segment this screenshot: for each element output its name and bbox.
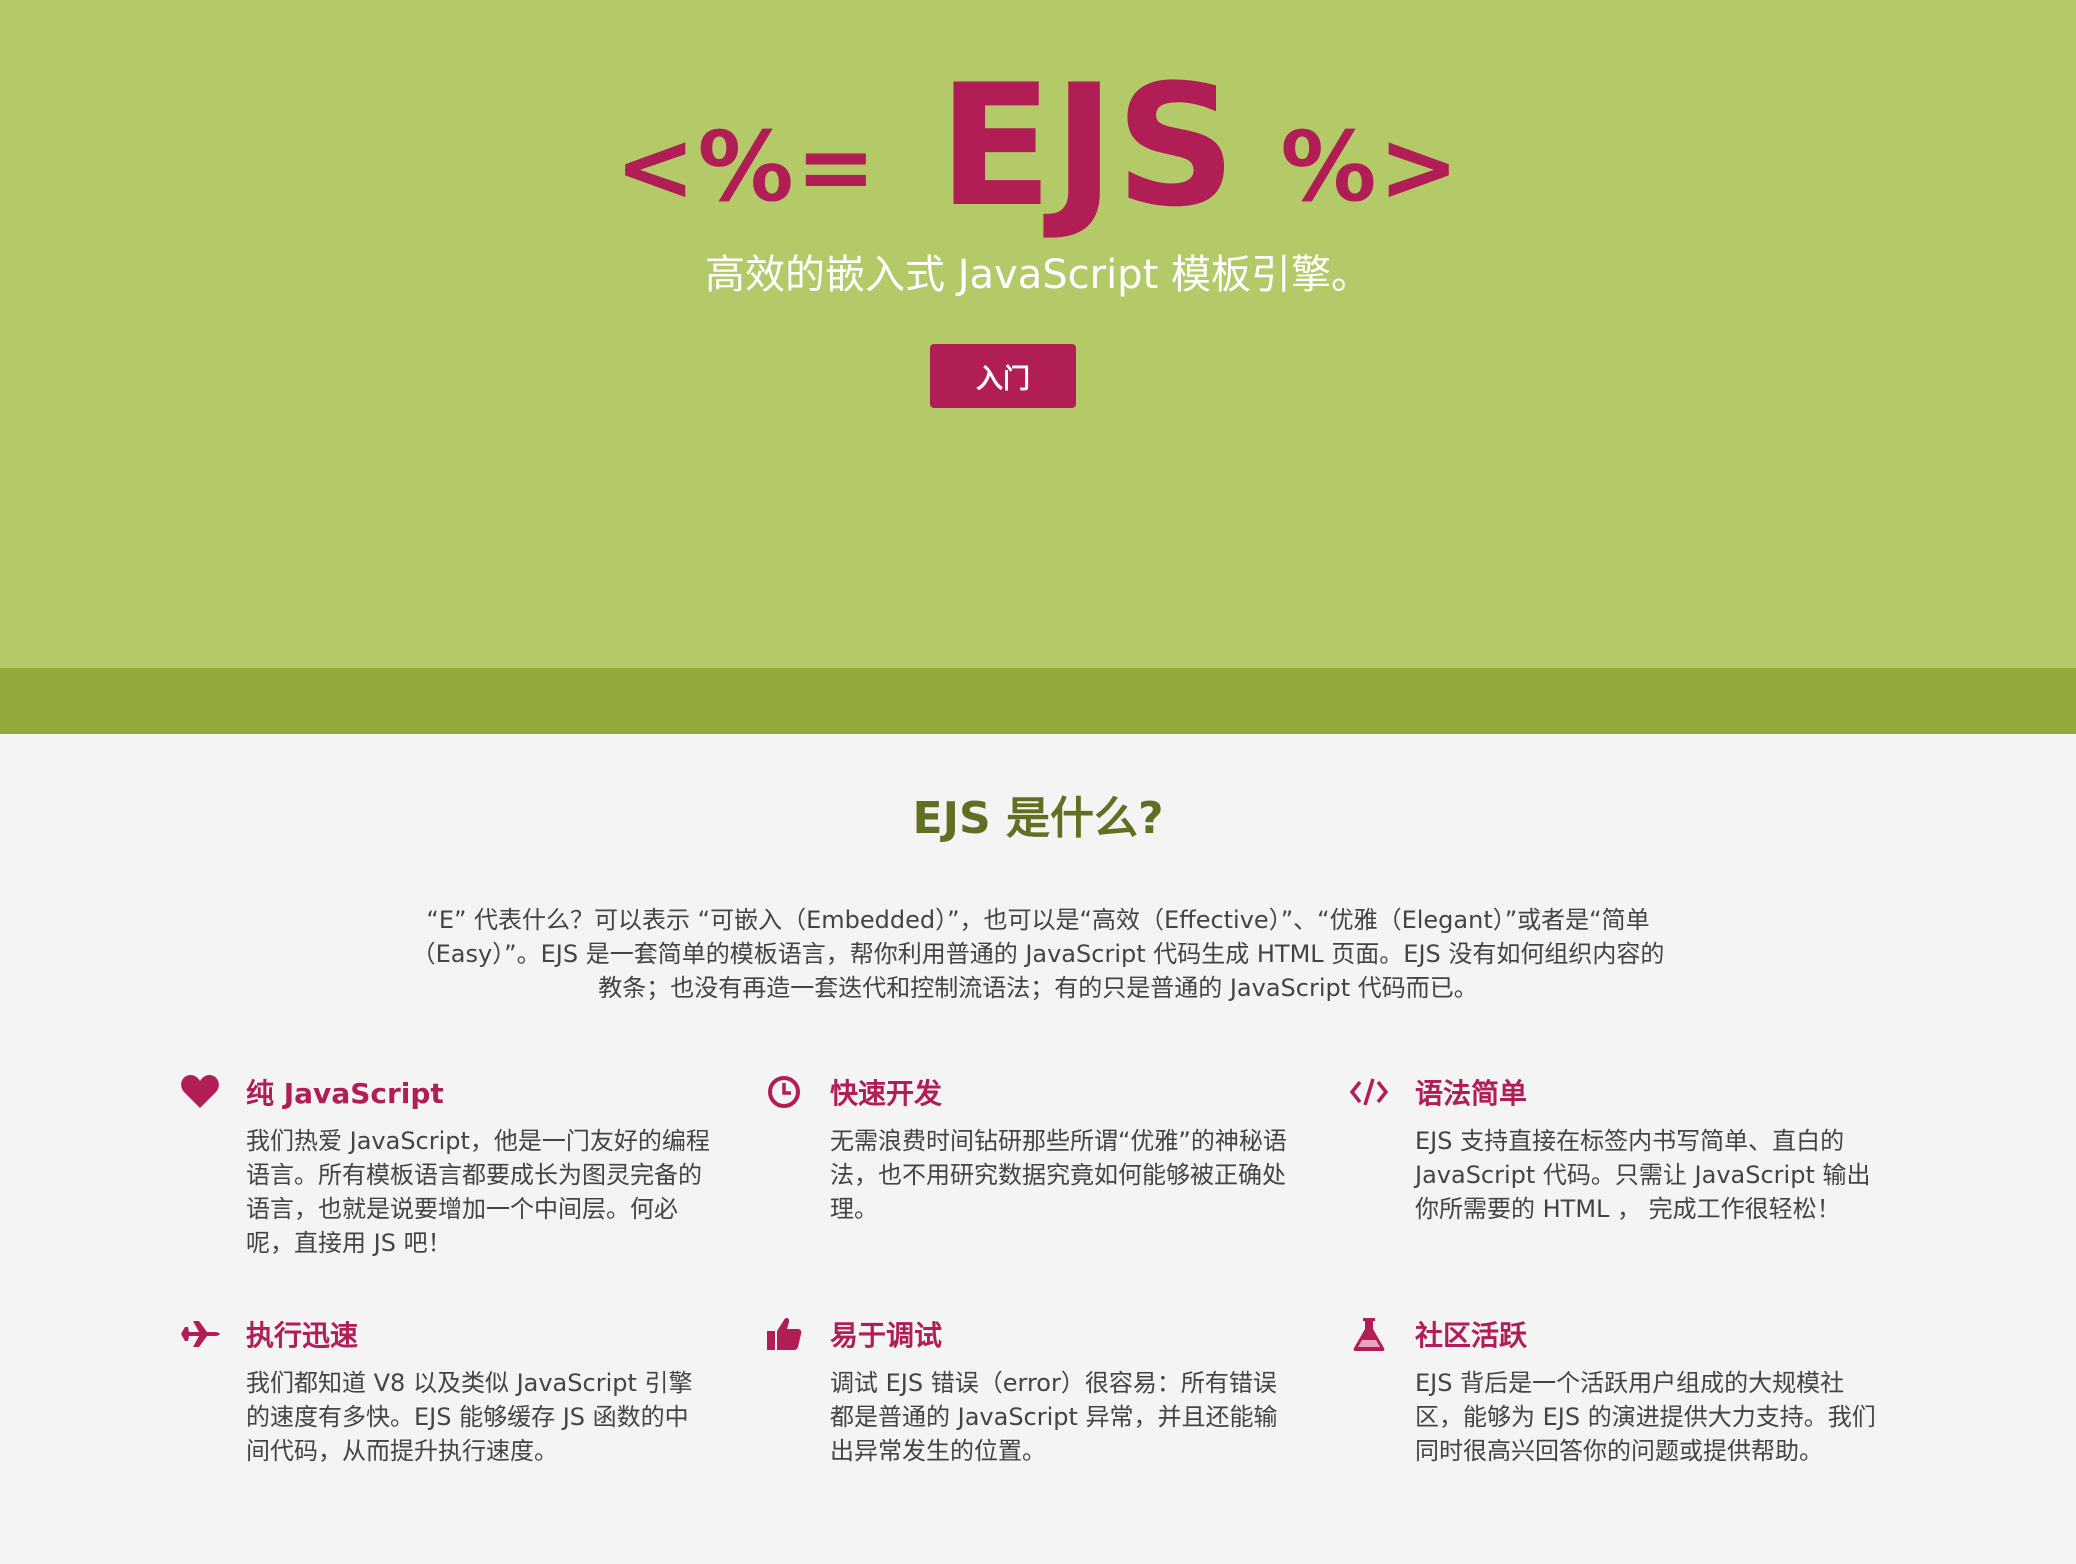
- about-title: EJS 是什么?: [912, 793, 1164, 844]
- plane-icon: [178, 1312, 222, 1356]
- feature-title: 易于调试: [830, 1319, 943, 1352]
- hero-bottom-band: [0, 668, 2076, 734]
- feature-text: 无需浪费时间钻研那些所谓“优雅”的神秘语法，也不用研究数据究竟如何能够被正确处理…: [830, 1127, 1287, 1223]
- thumbs-up-icon: [762, 1312, 806, 1356]
- logo-text: EJS: [938, 48, 1237, 244]
- about-description: “E” 代表什么？可以表示 “可嵌入（Embedded）”，也可以是“高效（Ef…: [411, 906, 1665, 1002]
- feature-title: 快速开发: [830, 1077, 943, 1110]
- feature-title: 社区活跃: [1415, 1319, 1528, 1352]
- feature-title: 语法简单: [1415, 1077, 1528, 1110]
- ejs-logo: <%= EJS %>: [0, 48, 2076, 244]
- get-started-button[interactable]: 入门: [930, 344, 1076, 408]
- code-icon: [1347, 1070, 1391, 1114]
- feature-title: 纯 JavaScript: [246, 1077, 444, 1110]
- flask-icon: [1347, 1312, 1391, 1356]
- feature-text: EJS 支持直接在标签内书写简单、直白的 JavaScript 代码。只需让 J…: [1415, 1127, 1871, 1223]
- hero-subtitle: 高效的嵌入式 JavaScript 模板引擎。: [705, 252, 1371, 298]
- feature-text: EJS 背后是一个活跃用户组成的大规模社区，能够为 EJS 的演进提供大力支持。…: [1415, 1369, 1876, 1465]
- logo-open-tag: <%=: [615, 111, 879, 223]
- feature-title: 执行迅速: [246, 1319, 359, 1352]
- clock-icon: [762, 1070, 806, 1114]
- feature-text: 我们都知道 V8 以及类似 JavaScript 引擎的速度有多快。EJS 能够…: [246, 1369, 693, 1465]
- logo-close-tag: %>: [1280, 111, 1461, 223]
- hero: <%= EJS %> 高效的嵌入式 JavaScript 模板引擎。 入门: [0, 0, 2076, 734]
- feature-text: 我们热爱 JavaScript，他是一门友好的编程语言。所有模板语言都要成长为图…: [246, 1127, 710, 1257]
- heart-icon: [178, 1070, 222, 1114]
- feature-text: 调试 EJS 错误（error）很容易：所有错误都是普通的 JavaScript…: [830, 1369, 1278, 1465]
